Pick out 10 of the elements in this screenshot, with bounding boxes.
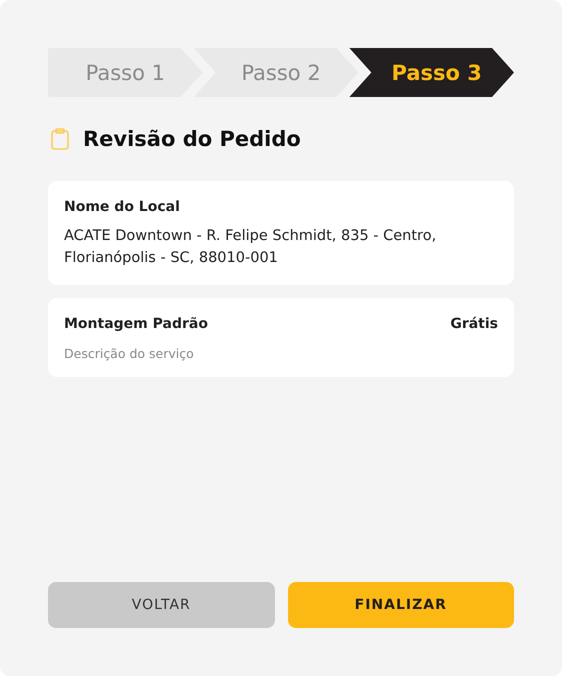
clipboard-icon — [51, 128, 69, 150]
service-description: Descrição do serviço — [64, 346, 195, 361]
location-address: ACATE Downtown - R. Felipe Schmidt, 835 - Centro, Florianópolis - SC, 88010-001 — [64, 227, 438, 268]
step-tab[interactable]: Passo 3 — [349, 48, 514, 97]
service-name: Montagem Padrão — [64, 316, 208, 332]
back-button[interactable]: VOLTAR — [48, 582, 274, 628]
location-label: Nome do Local — [64, 199, 181, 215]
section-title: Revisão do Pedido — [83, 127, 301, 151]
finish-button[interactable]: FINALIZAR — [288, 582, 514, 628]
service-price: Grátis — [450, 316, 498, 332]
